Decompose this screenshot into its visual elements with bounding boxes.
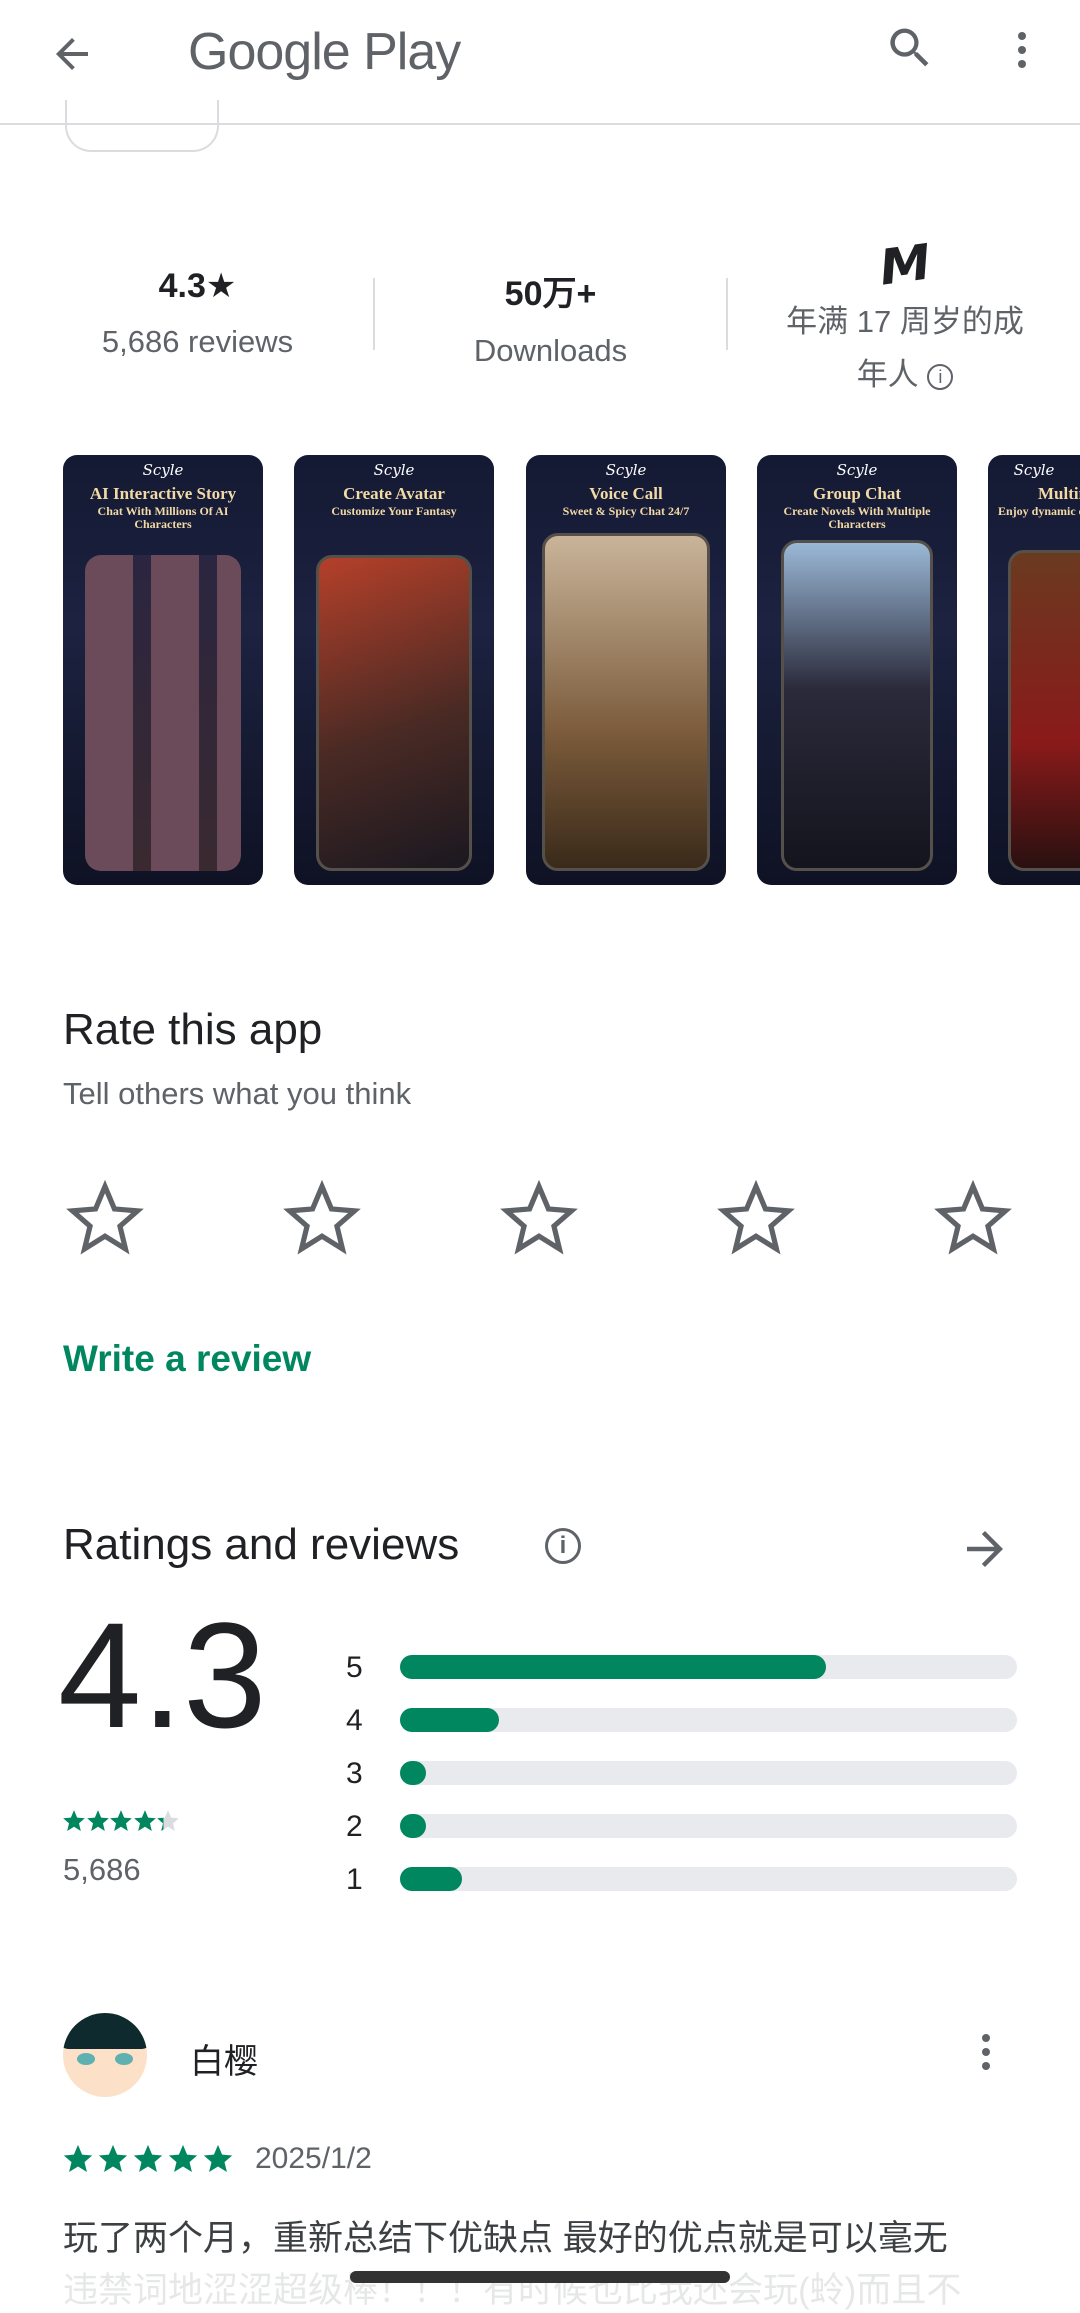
screenshot-subtitle: Customize Your Fantasy — [331, 504, 457, 518]
reviews-count: 5,686 reviews — [101, 324, 294, 359]
avg-star-icon — [157, 1810, 179, 1831]
bar-label-2: 2 — [346, 1810, 363, 1843]
bar-label-4: 4 — [346, 1704, 363, 1737]
bar-track-3 — [400, 1761, 1017, 1785]
bar-fill-2 — [400, 1814, 426, 1838]
content-rating-stat[interactable]: M 年满 17 周岁的成 年人 i — [760, 233, 1050, 394]
average-rating: 4.3 — [58, 1591, 267, 1759]
info-icon[interactable]: i — [545, 1528, 581, 1564]
screenshot-subtitle: Sweet & Spicy Chat 24/7 — [562, 504, 690, 518]
bar-track-2 — [400, 1814, 1017, 1838]
review-text: 玩了两个月，重新总结下优缺点 最好的优点就是可以毫无 — [63, 2219, 948, 2258]
app-title: Google Play — [188, 23, 461, 81]
review-star-icon — [168, 2144, 198, 2173]
bar-label-3: 3 — [346, 1757, 363, 1790]
rate-app-title: Rate this app — [63, 1005, 323, 1054]
rate-star-5[interactable] — [934, 1180, 1012, 1258]
screenshot-logo: Scyle — [605, 461, 647, 479]
content-rating-text-2: 年人 — [856, 357, 919, 392]
screenshot-logo: Scyle — [1013, 461, 1055, 479]
rating-value: 4.3★ — [158, 267, 237, 305]
screenshot-title: Create Avatar — [343, 484, 445, 503]
ratings-count: 5,686 — [63, 1852, 141, 1887]
screenshot-logo: Scyle — [142, 461, 184, 479]
screenshot-art — [781, 540, 933, 871]
screenshot-title: Group Chat — [812, 484, 901, 503]
bar-fill-3 — [400, 1761, 426, 1785]
write-review-link[interactable]: Write a review — [63, 1338, 311, 1380]
screenshot-5[interactable]: Scyle MultinEnjoy dynamic c — [988, 455, 1080, 885]
gesture-nav-bar[interactable] — [350, 2271, 730, 2283]
screenshot-3[interactable]: Scyle Voice Call Sweet & Spicy Chat 24/7 — [526, 455, 726, 885]
downloads-label: Downloads — [473, 333, 628, 368]
arrow-forward-icon[interactable] — [958, 1522, 1012, 1576]
screenshot-subtitle: Create Novels With Multiple Characters — [783, 504, 931, 531]
avg-star-icon — [63, 1810, 85, 1831]
review-star-icon — [63, 2144, 93, 2173]
rate-star-3[interactable] — [500, 1180, 578, 1258]
screenshot-art — [1008, 550, 1080, 871]
screenshot-subtitle: Chat With Millions Of AI Characters — [97, 504, 229, 531]
bar-track-4 — [400, 1708, 1017, 1732]
bar-fill-5 — [400, 1655, 826, 1679]
arrow-back-icon[interactable] — [48, 30, 96, 78]
avg-star-icon — [110, 1810, 132, 1831]
bar-fill-4 — [400, 1708, 499, 1732]
review-star-icon — [203, 2144, 233, 2173]
avg-star-icon — [133, 1810, 156, 1831]
ratings-title: Ratings and reviews — [63, 1520, 460, 1569]
screenshot-title: Voice Call — [589, 484, 663, 503]
screenshot-art — [316, 555, 472, 871]
review-date: 2025/1/2 — [255, 2142, 372, 2175]
reviewer-name: 白樱 — [190, 2043, 258, 2081]
partial-button[interactable] — [65, 100, 219, 152]
rating-stat[interactable]: 4.3★ 5,686 reviews — [60, 266, 335, 360]
downloads-stat: 50万+ Downloads — [413, 266, 688, 369]
screenshot-1[interactable]: Scyle AI Interactive Story Chat With Milli… — [63, 455, 263, 885]
screenshot-art — [85, 555, 241, 871]
divider — [373, 278, 375, 350]
screenshot-4[interactable]: Scyle Group Chat Create Novels With Multip… — [757, 455, 957, 885]
reviewer-avatar — [63, 2013, 147, 2097]
review-star-icon — [98, 2144, 128, 2173]
screenshot-title: Multin — [1038, 484, 1080, 503]
bar-label-5: 5 — [346, 1651, 363, 1684]
search-icon[interactable] — [884, 22, 936, 74]
screenshot-title: AI Interactive Story — [89, 484, 237, 503]
rate-app-subtitle: Tell others what you think — [63, 1076, 412, 1111]
bar-label-1: 1 — [346, 1863, 363, 1896]
screenshot-logo: Scyle — [373, 461, 415, 479]
more-vert-icon[interactable] — [962, 2028, 1010, 2076]
rate-star-1[interactable] — [66, 1180, 144, 1258]
more-vert-icon[interactable] — [998, 26, 1046, 74]
downloads-value: 50万+ — [504, 275, 597, 313]
screenshot-subtitle: Enjoy dynamic c — [998, 504, 1080, 518]
screenshot-art — [542, 533, 710, 871]
info-icon[interactable]: i — [927, 363, 954, 390]
rate-star-2[interactable] — [283, 1180, 361, 1258]
bar-track-5 — [400, 1655, 1017, 1679]
screenshot-logo: Scyle — [836, 461, 878, 479]
review-star-icon — [133, 2144, 163, 2173]
rate-star-4[interactable] — [717, 1180, 795, 1258]
avg-star-icon — [86, 1810, 109, 1831]
bar-fill-1 — [400, 1867, 462, 1891]
bar-track-1 — [400, 1867, 1017, 1891]
divider — [726, 278, 728, 350]
screenshot-2[interactable]: Scyle Create Avatar Customize Your Fantasy — [294, 455, 494, 885]
